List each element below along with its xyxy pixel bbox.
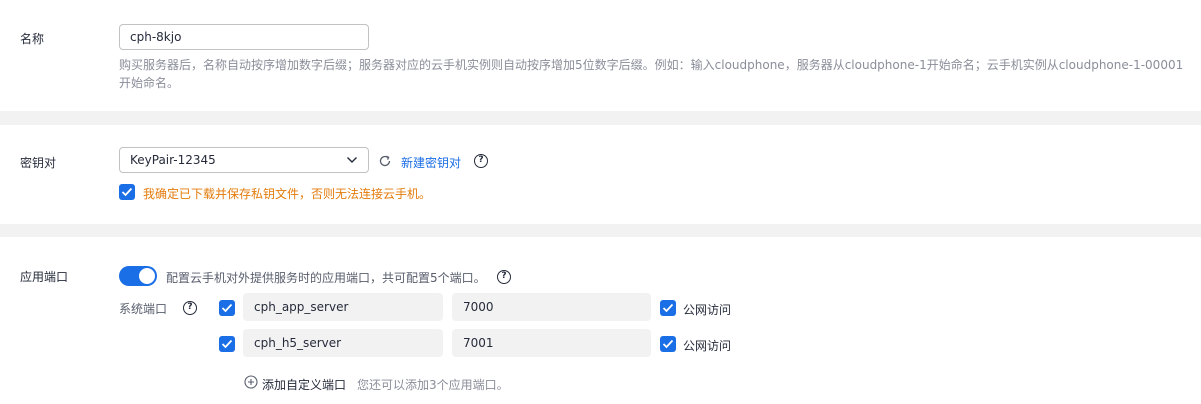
add-circle-icon[interactable] (244, 375, 258, 389)
system-ports-label: 系统端口 (119, 302, 168, 316)
port-name-field[interactable]: cph_app_server (243, 293, 443, 321)
name-label: 名称 (20, 32, 45, 46)
confirm-checkbox[interactable] (119, 184, 135, 200)
public-access-checkbox[interactable] (660, 336, 676, 352)
keypair-label: 密钥对 (20, 156, 57, 170)
port-number-field[interactable]: 7001 (452, 329, 651, 357)
chevron-down-icon (346, 148, 358, 180)
ports-section: 应用端口 配置云手机对外提供服务时的应用端口，共可配置5个端口。 ? 系统端口 … (0, 237, 1201, 404)
public-access-label: 公网访问 (683, 339, 732, 353)
confirm-text: 我确定已下载并保存私钥文件，否则无法连接云手机。 (143, 187, 432, 201)
add-custom-port-button[interactable]: 添加自定义端口 (262, 376, 346, 393)
name-input[interactable]: cph-8kjo (119, 24, 369, 50)
ports-toggle[interactable] (119, 266, 157, 286)
keypair-select-value: KeyPair-12345 (130, 153, 216, 167)
port-checkbox[interactable] (219, 300, 235, 316)
name-hint: 购买服务器后，名称自动按序增加数字后缀；服务器对应的云手机实例则自动按序增加5位… (119, 58, 1184, 90)
port-number-field[interactable]: 7000 (452, 293, 651, 321)
help-icon[interactable]: ? (183, 301, 197, 315)
public-access-checkbox[interactable] (660, 300, 676, 316)
public-access-label: 公网访问 (683, 303, 732, 317)
name-section: 名称 cph-8kjo 购买服务器后，名称自动按序增加数字后缀；服务器对应的云手… (0, 0, 1201, 111)
create-keypair-link[interactable]: 新建密钥对 (401, 154, 461, 171)
port-name-field[interactable]: cph_h5_server (243, 329, 443, 357)
port-checkbox[interactable] (219, 336, 235, 352)
keypair-section: 密钥对 KeyPair-12345 新建密钥对 ? 我确定已下载并保存私钥文件，… (0, 125, 1201, 224)
ports-toggle-desc: 配置云手机对外提供服务时的应用端口，共可配置5个端口。 (166, 271, 486, 285)
help-icon[interactable]: ? (474, 154, 488, 168)
keypair-select[interactable]: KeyPair-12345 (119, 147, 369, 173)
refresh-icon[interactable] (378, 154, 392, 168)
toggle-knob (139, 268, 155, 284)
ports-label: 应用端口 (20, 270, 69, 284)
help-icon[interactable]: ? (497, 270, 511, 284)
add-custom-port-hint: 您还可以添加3个应用端口。 (357, 378, 509, 392)
